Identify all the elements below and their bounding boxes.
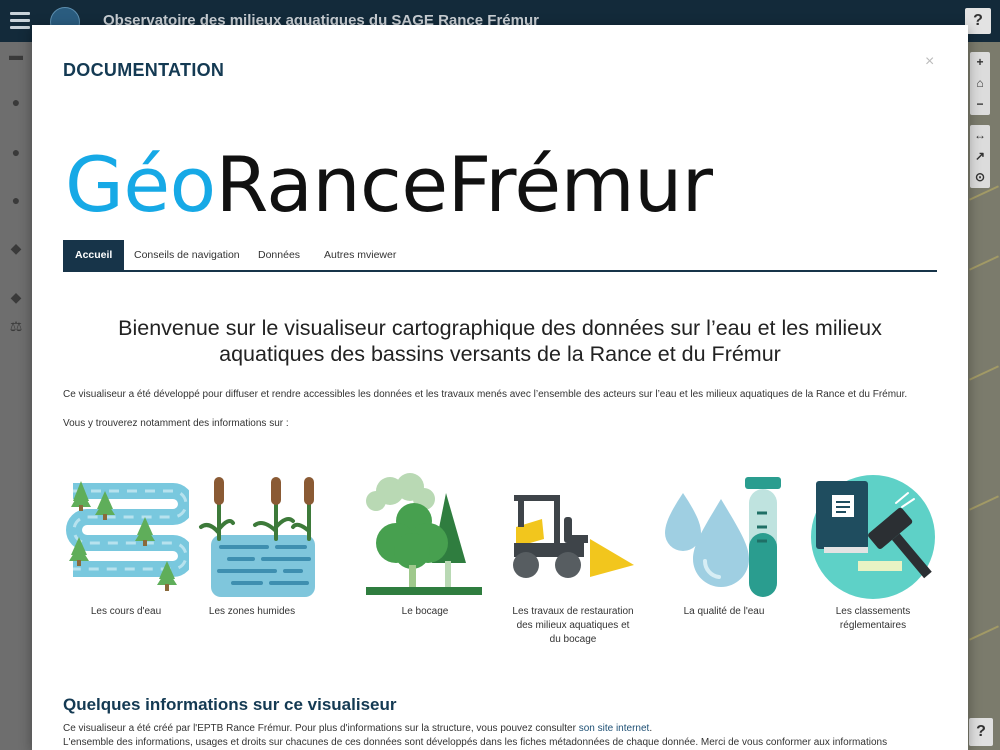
info-text-end: .	[649, 723, 653, 734]
water-quality-icon	[665, 477, 781, 597]
website-link[interactable]: son site internet	[579, 723, 650, 734]
theme-classements-reglementaires[interactable]: Les classements réglementaires	[810, 473, 936, 633]
info-heading: Quelques informations sur ce visualiseur	[63, 695, 397, 714]
tab-donnees[interactable]: Données	[246, 240, 312, 270]
tab-autres-mviewer[interactable]: Autres mviewer	[312, 240, 408, 270]
theme-label: Le bocage	[401, 606, 449, 617]
theme-cours-eau[interactable]: Les cours d'eau	[63, 473, 189, 619]
theme-qualite-eau[interactable]: La qualité de l'eau	[661, 473, 787, 619]
river-icon	[66, 481, 189, 591]
map-tools-toolbar: ↔ ↗ ⊙	[970, 125, 990, 188]
zoom-in-button[interactable]: +	[970, 52, 990, 73]
bulldozer-icon	[513, 495, 634, 578]
water-drop-icon[interactable]: ●	[8, 192, 24, 208]
menu-icon[interactable]	[10, 12, 30, 30]
zoom-out-button[interactable]: −	[970, 94, 990, 115]
theme-label: Les travaux de restauration des milieux …	[512, 606, 634, 645]
close-button[interactable]: ×	[925, 53, 934, 71]
documentation-modal: DOCUMENTATION × GéoRanceFrémur Accueil C…	[32, 25, 968, 750]
modal-title: DOCUMENTATION	[63, 60, 225, 80]
intro-paragraph: Ce visualiseur a été développé pour diff…	[63, 389, 908, 400]
welcome-heading: Bienvenue sur le visualiseur cartographi…	[118, 316, 882, 366]
water-drop-icon[interactable]: ●	[8, 144, 24, 160]
theme-label: Les cours d'eau	[90, 606, 162, 617]
info-button[interactable]: ⊙	[970, 167, 990, 188]
folder-icon[interactable]: ▬	[8, 47, 24, 63]
theme-travaux-restauration[interactable]: Les travaux de restauration des milieux …	[510, 473, 636, 647]
info-paragraph-1: Ce visualiseur a été créé par l'EPTB Ran…	[63, 723, 652, 734]
tab-conseils-navigation[interactable]: Conseils de navigation	[122, 240, 252, 270]
info-paragraph-2: L'ensemble des informations, usages et d…	[63, 737, 888, 748]
intro-paragraph-2: Vous y trouverez notamment des informati…	[63, 418, 289, 429]
balance-icon[interactable]: ⚖	[8, 318, 24, 334]
measure-button[interactable]: ↔	[970, 125, 990, 146]
info-text: Ce visualiseur a été créé par l'EPTB Ran…	[63, 723, 579, 734]
share-button[interactable]: ↗	[970, 146, 990, 167]
water-drop-icon[interactable]: ●	[8, 94, 24, 110]
hedgerow-icon	[366, 473, 482, 595]
home-button[interactable]: ⌂	[970, 73, 990, 94]
theme-label: Les classements réglementaires	[835, 606, 911, 631]
regulation-icon	[811, 475, 935, 599]
leaf-icon[interactable]: ◆	[8, 289, 24, 305]
theme-label: Les zones humides	[208, 606, 296, 617]
theme-zones-humides[interactable]: Les zones humides	[189, 473, 315, 619]
help-button[interactable]: ?	[965, 8, 991, 34]
tab-accueil[interactable]: Accueil	[63, 240, 125, 270]
leaf-icon[interactable]: ◆	[8, 240, 24, 256]
brand-logo-part1: Géo	[65, 140, 216, 229]
theme-bocage[interactable]: Le bocage	[362, 473, 488, 619]
map-help-button[interactable]: ?	[969, 718, 993, 746]
brand-logo-part2: RanceFrémur	[215, 140, 713, 229]
tab-bar: Accueil Conseils de navigation Données A…	[63, 240, 937, 272]
brand-logo: GéoRanceFrémur	[65, 135, 713, 235]
left-panel: ▬ ● ● ● ◆ ◆ ⚖	[0, 42, 33, 750]
wetland-icon	[199, 477, 315, 597]
map-zoom-toolbar: + ⌂ −	[970, 52, 990, 115]
theme-label: La qualité de l'eau	[683, 606, 765, 617]
